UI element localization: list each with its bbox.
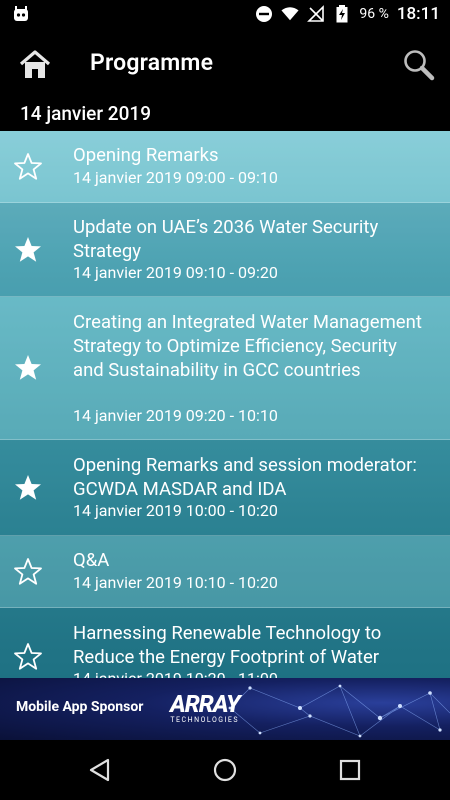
- search-icon: [404, 50, 435, 81]
- session-title: Harnessing Renewable Technology to Reduc…: [73, 622, 382, 668]
- wifi-icon: [281, 5, 299, 23]
- session-title: Opening Remarks and session moderator: G…: [73, 454, 417, 500]
- star-filled-icon[interactable]: [12, 234, 44, 266]
- date-section-header: 14 janvier 2019: [0, 100, 450, 131]
- session-time: 14 janvier 2019 09:10 - 09:20: [73, 263, 278, 282]
- session-title: Update on UAE’s 2036 Water Security Stra…: [73, 216, 379, 262]
- home-circle-icon: [213, 758, 237, 782]
- sponsor-label: Mobile App Sponsor: [16, 699, 144, 715]
- session-title: Q&A: [73, 549, 110, 571]
- do-not-disturb-icon: [255, 5, 273, 23]
- session-time: 14 janvier 2019 10:00 - 10:20: [73, 501, 278, 520]
- session-title: Opening Remarks: [73, 144, 219, 166]
- session-row[interactable]: Opening Remarks 14 janvier 2019 09:00 - …: [0, 131, 450, 203]
- session-list[interactable]: Opening Remarks 14 janvier 2019 09:00 - …: [0, 131, 450, 678]
- session-row[interactable]: Harnessing Renewable Technology to Reduc…: [0, 608, 450, 678]
- session-row[interactable]: Update on UAE’s 2036 Water Security Stra…: [0, 203, 450, 297]
- session-row[interactable]: Opening Remarks and session moderator: G…: [0, 440, 450, 536]
- android-notification-icon: [12, 6, 30, 26]
- signal-icon: [307, 5, 325, 23]
- session-time: 14 janvier 2019 10:20 - 11:00: [73, 669, 278, 678]
- battery-percentage: 96 %: [359, 6, 389, 22]
- star-outline-icon[interactable]: [12, 151, 44, 183]
- status-bar: 96 % 18:11: [0, 0, 450, 30]
- sponsor-logo-text: ARRAY: [170, 690, 240, 718]
- star-outline-icon[interactable]: [12, 556, 44, 588]
- back-button[interactable]: [86, 756, 114, 784]
- session-time: 14 janvier 2019 09:20 - 10:10: [73, 406, 278, 425]
- page-title: Programme: [90, 49, 214, 76]
- app-bar: Programme: [0, 30, 450, 100]
- sponsor-banner[interactable]: Mobile App Sponsor ARRAY TECHNOLOGIES: [0, 678, 450, 740]
- session-row[interactable]: Q&A 14 janvier 2019 10:10 - 10:20: [0, 536, 450, 608]
- recents-button[interactable]: [336, 756, 364, 784]
- system-navigation-bar: [0, 740, 450, 800]
- sponsor-logo: ARRAY TECHNOLOGIES: [170, 690, 240, 724]
- back-triangle-icon: [89, 758, 110, 782]
- star-filled-icon[interactable]: [12, 472, 44, 504]
- search-button[interactable]: [402, 48, 436, 82]
- date-header-label: 14 janvier 2019: [20, 102, 151, 125]
- star-filled-icon[interactable]: [12, 352, 44, 384]
- sponsor-logo-subtext: TECHNOLOGIES: [170, 716, 240, 724]
- home-nav-button[interactable]: [211, 756, 239, 784]
- battery-charging-icon: [333, 5, 351, 23]
- star-outline-icon[interactable]: [12, 641, 44, 673]
- session-row[interactable]: Creating an Integrated Water Management …: [0, 297, 450, 440]
- session-title: Creating an Integrated Water Management …: [73, 311, 422, 381]
- session-time: 14 janvier 2019 10:10 - 10:20: [73, 573, 278, 592]
- home-button[interactable]: [18, 48, 52, 82]
- home-icon: [19, 50, 51, 78]
- session-time: 14 janvier 2019 09:00 - 09:10: [73, 168, 278, 187]
- recents-square-icon: [339, 759, 361, 781]
- clock: 18:11: [396, 4, 440, 24]
